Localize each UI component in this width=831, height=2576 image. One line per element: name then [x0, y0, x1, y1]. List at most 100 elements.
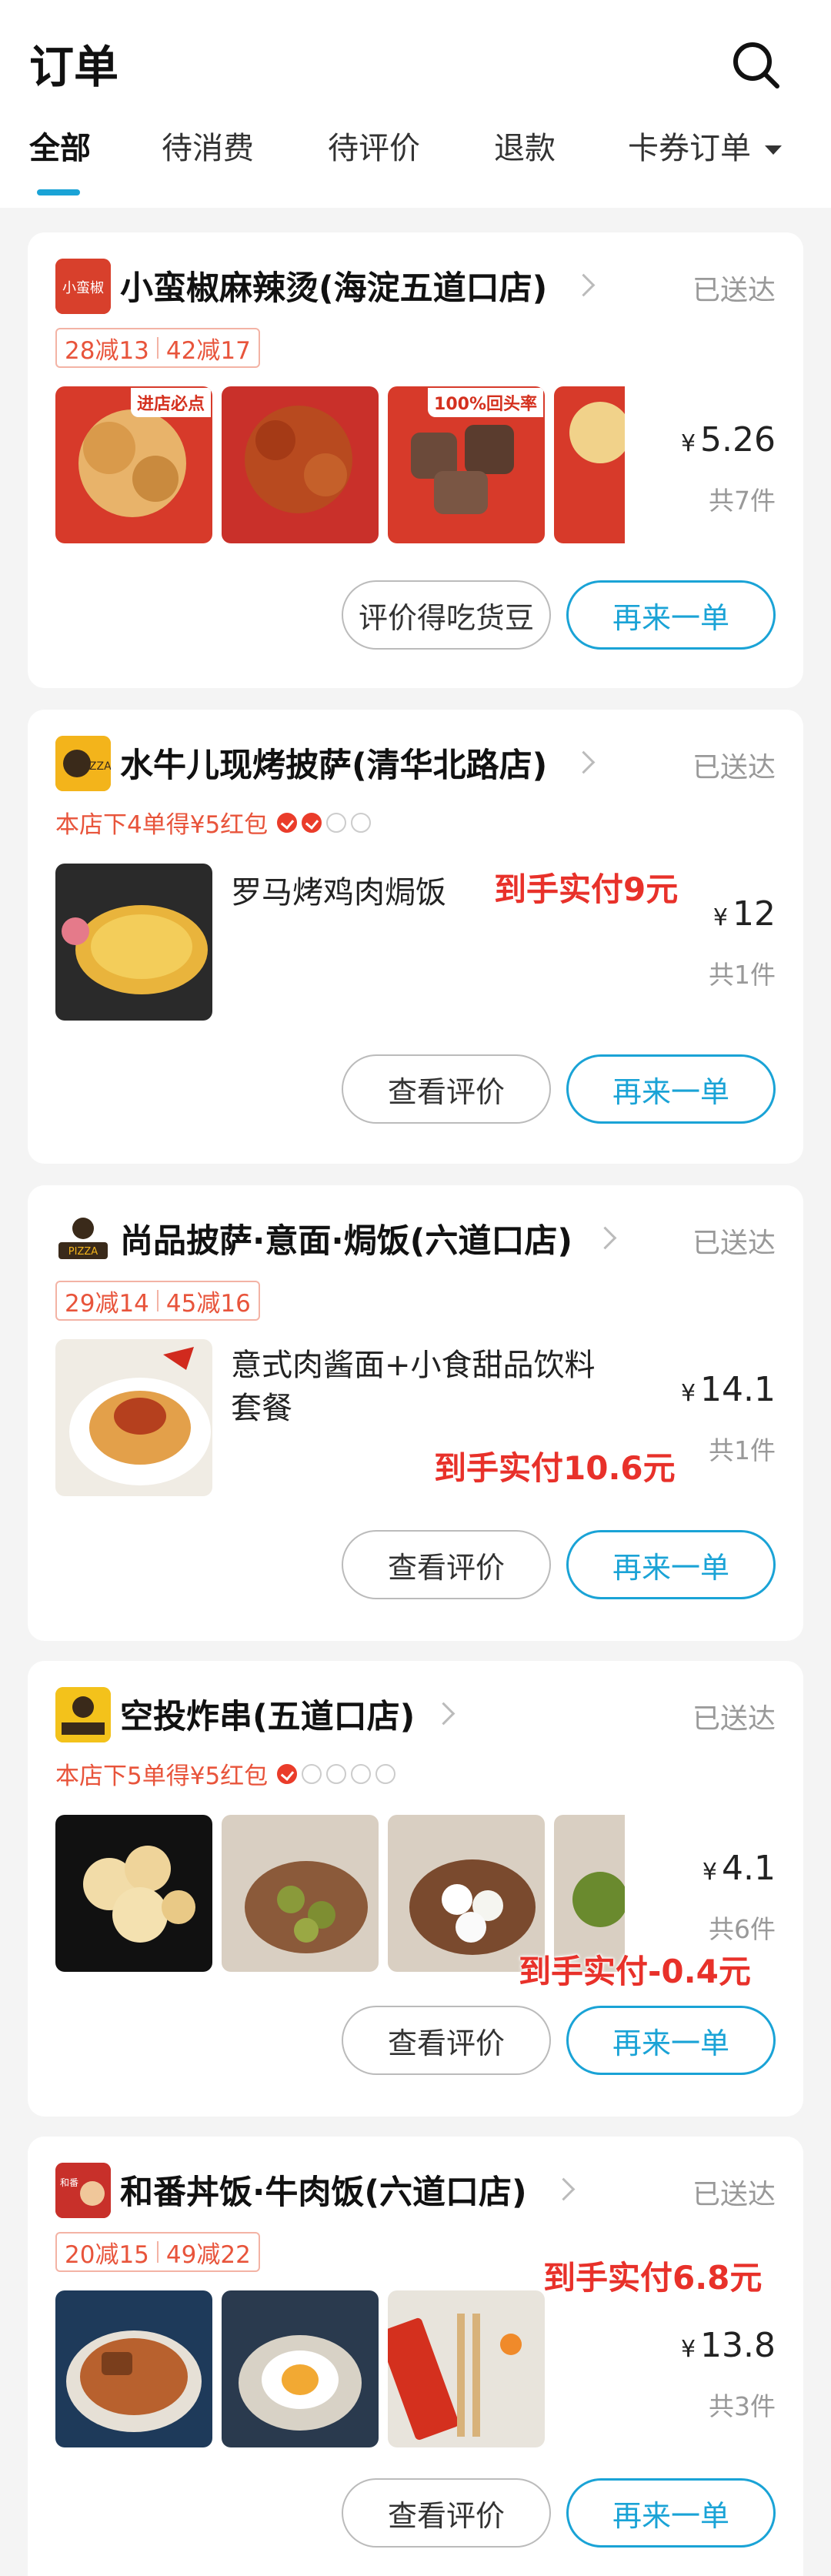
view-review-button[interactable]: 查看评价: [342, 1530, 551, 1599]
paid-overlay: 到手实付-0.4元: [519, 1953, 751, 1990]
tab-voucher-orders[interactable]: 卡券订单: [628, 123, 782, 168]
stamp-filled: [277, 1763, 298, 1784]
reorder-button[interactable]: 再来一单: [566, 1054, 776, 1124]
shop-name[interactable]: 尚品披萨·意面·焗饭(六道口店): [120, 1214, 572, 1262]
item-count: 共1件: [709, 1435, 776, 1465]
food-thumbnail[interactable]: 进店必点: [55, 386, 212, 543]
reorder-button[interactable]: 再来一单: [566, 1530, 776, 1599]
order-status: 已送达: [692, 2179, 776, 2210]
order-status: 已送达: [692, 1228, 776, 1259]
currency-symbol: ¥: [680, 2336, 696, 2363]
food-thumbnail[interactable]: [55, 1339, 212, 1496]
shop-name[interactable]: 空投炸串(五道口店): [120, 1690, 415, 1738]
price-value: 14.1: [700, 1370, 776, 1409]
order-status: 已送达: [692, 752, 776, 783]
chevron-right-icon: [432, 1702, 456, 1726]
shop-logo: [55, 1687, 111, 1742]
item-name: 罗马烤鸡肉焗饭: [231, 875, 446, 910]
paid-overlay: 到手实付10.6元: [434, 1449, 676, 1487]
thumb-tag: 进店必点: [130, 388, 211, 417]
reorder-button[interactable]: 再来一单: [566, 580, 776, 650]
food-thumbnail[interactable]: [55, 1815, 212, 1972]
shop-logo: PIZZA: [55, 1211, 111, 1267]
order-price: ¥5.26: [681, 420, 776, 459]
paid-overlay: 到手实付9元: [494, 870, 679, 908]
shop-logo: 小蛮椒: [55, 259, 111, 314]
tab-to-consume[interactable]: 待消费: [162, 123, 254, 168]
view-review-button[interactable]: 查看评价: [342, 2478, 551, 2548]
order-card[interactable]: 和番 和番丼饭·牛肉饭(六道口店) 已送达 20减15 49减22 到手实付6.8…: [28, 2137, 803, 2576]
chevron-right-icon: [572, 273, 596, 297]
stamp-empty: [351, 1763, 372, 1784]
top-bar: 订单 全部 待消费 待评价 退款 卡券订单: [0, 0, 831, 208]
food-thumbnail[interactable]: [222, 2290, 379, 2447]
order-price: ¥12: [713, 894, 776, 934]
promo-badge: 28减13 42减17: [55, 328, 260, 368]
currency-symbol: ¥: [680, 1380, 696, 1407]
promo-badge: 20减15 49减22: [55, 2232, 260, 2272]
order-card[interactable]: 小蛮椒 小蛮椒麻辣烫(海淀五道口店) 已送达 28减13 42减17 进店必点 1…: [28, 232, 803, 688]
page-title: 订单: [29, 41, 119, 93]
order-card[interactable]: 空投炸串(五道口店) 已送达 本店下5单得¥5红包 ¥4.1 共6件 到手实付-…: [28, 1661, 803, 2117]
item-count: 共6件: [709, 1914, 776, 1944]
food-thumbnail[interactable]: [222, 386, 379, 543]
shop-name[interactable]: 小蛮椒麻辣烫(海淀五道口店): [120, 262, 547, 309]
stamp-promo-text: 本店下5单得¥5红包: [55, 1762, 269, 1790]
search-icon[interactable]: [731, 40, 780, 89]
stamp-empty: [302, 1763, 322, 1784]
order-card[interactable]: PIZZA 水牛儿现烤披萨(清华北路店) 已送达 本店下4单得¥5红包 罗马烤鸡…: [28, 710, 803, 1164]
order-price: ¥14.1: [681, 1370, 776, 1409]
currency-symbol: ¥: [680, 430, 696, 457]
svg-text:小蛮椒: 小蛮椒: [62, 280, 104, 296]
promo-item: 42减17: [165, 336, 251, 365]
price-value: 12: [733, 894, 776, 934]
tab-voucher-label: 卡券订单: [628, 131, 751, 166]
promo-badge: 29减14 45减16: [55, 1281, 260, 1321]
food-thumbnail[interactable]: 100%回头率: [388, 386, 545, 543]
currency-symbol: ¥: [702, 1859, 718, 1886]
tab-bar: 全部 待消费 待评价 退款 卡券订单: [0, 123, 831, 185]
view-review-button[interactable]: 查看评价: [342, 1054, 551, 1124]
review-button[interactable]: 评价得吃货豆: [342, 580, 551, 650]
stamp-progress: [277, 812, 375, 833]
promo-item: 29减14: [65, 1289, 149, 1318]
item-count: 共1件: [709, 960, 776, 990]
stamp-filled: [302, 812, 322, 833]
food-thumbnail[interactable]: [222, 1815, 379, 1972]
view-review-button[interactable]: 查看评价: [342, 2006, 551, 2075]
food-thumbnail[interactable]: [55, 864, 212, 1021]
svg-text:和番: 和番: [60, 2177, 78, 2188]
order-card[interactable]: PIZZA 尚品披萨·意面·焗饭(六道口店) 已送达 29减14 45减16 意式…: [28, 1185, 803, 1641]
tab-all[interactable]: 全部: [29, 123, 91, 168]
order-price: ¥13.8: [681, 2326, 776, 2365]
shop-name[interactable]: 水牛儿现烤披萨(清华北路店): [120, 739, 547, 787]
promo-item: 28减13: [65, 336, 149, 365]
food-thumbnail[interactable]: [388, 2290, 545, 2447]
stamp-empty: [326, 1763, 347, 1784]
chevron-right-icon: [552, 2177, 576, 2201]
shop-name[interactable]: 和番丼饭·牛肉饭(六道口店): [120, 2166, 527, 2213]
dropdown-caret-icon: [765, 145, 782, 155]
reorder-button[interactable]: 再来一单: [566, 2006, 776, 2075]
currency-symbol: ¥: [713, 904, 728, 931]
stamp-filled: [277, 812, 298, 833]
item-count: 共7件: [709, 486, 776, 516]
item-name: 意式肉酱面+小食甜品饮料套餐: [231, 1348, 596, 1426]
promo-item: 20减15: [65, 2240, 149, 2269]
order-status: 已送达: [692, 275, 776, 306]
food-thumbnail[interactable]: [554, 386, 625, 543]
tab-to-review[interactable]: 待评价: [328, 123, 420, 168]
stamp-empty: [351, 812, 372, 833]
svg-text:PIZZA: PIZZA: [79, 760, 111, 773]
stamp-promo: 本店下5单得¥5红包: [55, 1756, 400, 1791]
order-price: ¥4.1: [703, 1849, 776, 1888]
food-thumbnail[interactable]: [55, 2290, 212, 2447]
tab-refund[interactable]: 退款: [494, 123, 556, 168]
stamp-empty: [326, 812, 347, 833]
reorder-button[interactable]: 再来一单: [566, 2478, 776, 2548]
promo-item: 45减16: [165, 1289, 251, 1318]
item-count: 共3件: [709, 2391, 776, 2421]
chevron-right-icon: [572, 750, 596, 774]
chevron-right-icon: [593, 1226, 617, 1250]
order-status: 已送达: [692, 1703, 776, 1735]
